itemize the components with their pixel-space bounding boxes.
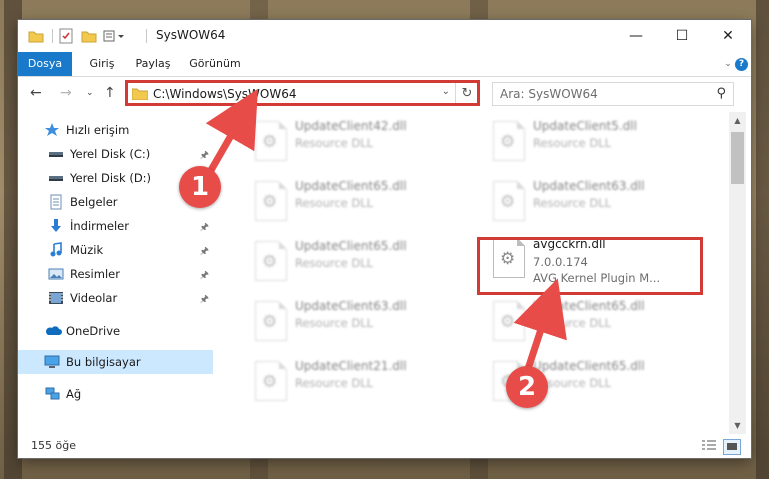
arrow-1 <box>205 88 258 174</box>
step-badge-2: 2 <box>506 366 548 408</box>
annotation-arrows <box>205 88 567 374</box>
step-badge-1: 1 <box>179 166 221 208</box>
explorer-window: SysWOW64 — ☐ ✕ Dosya Giriş Paylaş Görünü… <box>18 20 751 458</box>
arrow-2 <box>513 278 567 374</box>
